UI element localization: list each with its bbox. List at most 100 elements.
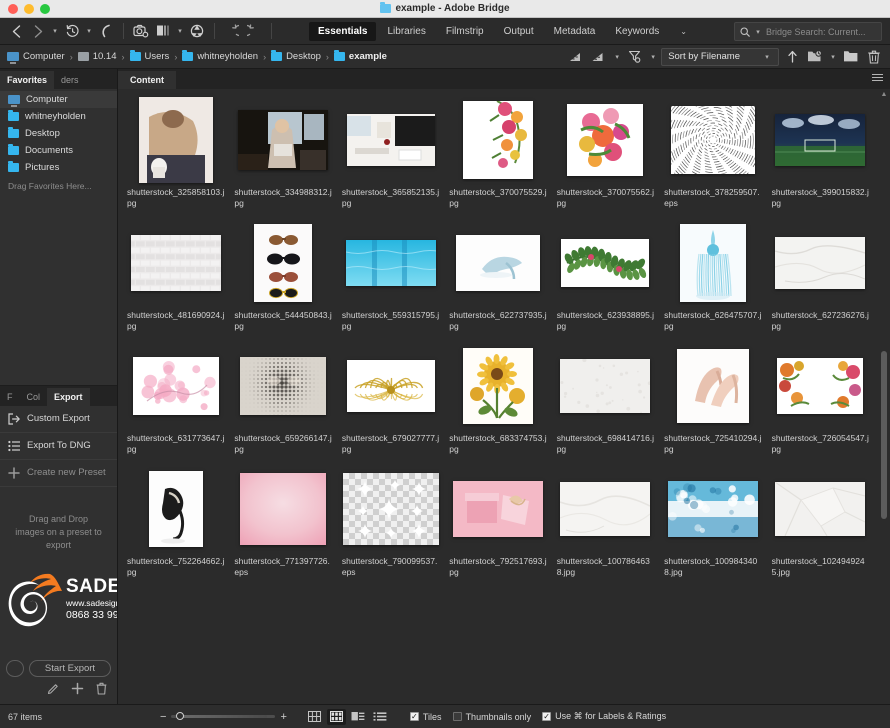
thumbnail-cell[interactable]: shutterstock_1007864638.jpg: [552, 462, 659, 585]
tab-favorites[interactable]: Favorites: [0, 71, 54, 89]
chevron-down-icon[interactable]: ▾: [753, 28, 763, 36]
thumbnail-image[interactable]: [772, 97, 869, 183]
photo-downloader-icon[interactable]: [131, 21, 151, 41]
sidebar-item-documents[interactable]: Documents: [0, 142, 117, 159]
thumbnail-cell[interactable]: shutterstock_627236276.jpg: [767, 216, 874, 339]
thumbnail-cell[interactable]: shutterstock_325858103.jpg: [122, 93, 229, 216]
thumbnail-size-slider[interactable]: [171, 715, 275, 718]
tab-export[interactable]: Export: [47, 388, 90, 406]
scrollbar-thumb[interactable]: [881, 351, 887, 519]
filter-rating-icon[interactable]: [566, 47, 586, 67]
rotate-clockwise-icon[interactable]: [244, 21, 264, 41]
trash-icon[interactable]: [96, 682, 107, 700]
thumbnail-image[interactable]: [127, 97, 224, 183]
tab-content[interactable]: Content: [118, 71, 176, 89]
view-details-icon[interactable]: [349, 709, 368, 725]
thumbnail-cell[interactable]: shutterstock_631773647.jpg: [122, 339, 229, 462]
search-input[interactable]: ▾ Bridge Search: Current...: [734, 22, 882, 41]
export-item-custom-export[interactable]: Custom Export: [0, 406, 117, 433]
checkbox-tiles[interactable]: ✓ Tiles: [410, 712, 442, 722]
thumbnail-image[interactable]: [127, 220, 224, 306]
sidebar-item-pictures[interactable]: Pictures: [0, 159, 117, 176]
boomerang-icon[interactable]: [96, 21, 116, 41]
thumbnail-cell[interactable]: shutterstock_771397726.eps: [229, 462, 336, 585]
thumbnail-cell[interactable]: shutterstock_792517693.jpg: [444, 462, 551, 585]
thumbnail-image[interactable]: [342, 97, 439, 183]
thumbnail-image[interactable]: [772, 466, 869, 552]
sort-filter-icon[interactable]: [625, 47, 645, 67]
thumbnail-cell[interactable]: shutterstock_698414716.jpg: [552, 339, 659, 462]
thumbnail-image[interactable]: [342, 466, 439, 552]
tab-folders[interactable]: ders: [54, 71, 86, 89]
breadcrumb-item-computer[interactable]: Computer: [7, 51, 65, 62]
chevron-down-icon[interactable]: ▾: [648, 53, 658, 61]
export-options-button[interactable]: [6, 660, 24, 677]
filter-rating-dropdown-icon[interactable]: [589, 47, 609, 67]
recent-history-icon[interactable]: [62, 21, 82, 41]
chevron-down-icon[interactable]: ▾: [50, 27, 60, 35]
thumbnail-cell[interactable]: shutterstock_370075562.jpg: [552, 93, 659, 216]
thumbnail-image[interactable]: [449, 343, 546, 429]
breadcrumb-item-desktop[interactable]: Desktop: [271, 51, 321, 62]
new-folder-icon[interactable]: [841, 47, 861, 67]
plus-icon[interactable]: +: [280, 711, 286, 723]
thumbnail-cell[interactable]: shutterstock_559315795.jpg: [337, 216, 444, 339]
thumbnail-image[interactable]: [557, 97, 654, 183]
thumbnail-image[interactable]: [772, 220, 869, 306]
thumbnail-cell[interactable]: shutterstock_659266147.jpg: [229, 339, 336, 462]
sort-ascending-icon[interactable]: [782, 47, 802, 67]
breadcrumb-item-drive[interactable]: 10.14: [78, 51, 117, 62]
thumbnail-image[interactable]: [234, 220, 331, 306]
back-icon[interactable]: [6, 21, 26, 41]
thumbnail-cell[interactable]: shutterstock_790099537.eps: [337, 462, 444, 585]
open-in-camera-raw-icon[interactable]: [187, 21, 207, 41]
thumbnail-cell[interactable]: shutterstock_725410294.jpg: [659, 339, 766, 462]
tab-collections[interactable]: Col: [20, 388, 48, 406]
export-item-create-new-preset[interactable]: Create new Preset: [0, 460, 117, 487]
new-folder-recent-icon[interactable]: [805, 47, 825, 67]
thumbnail-image[interactable]: [449, 220, 546, 306]
workspace-more-icon[interactable]: ⌄: [670, 27, 697, 36]
tab-output[interactable]: Output: [495, 22, 543, 41]
thumbnail-image[interactable]: [342, 220, 439, 306]
chevron-down-icon[interactable]: ▾: [175, 27, 185, 35]
breadcrumb-item-whitneyholden[interactable]: whitneyholden: [182, 51, 258, 62]
view-grid-large-icon[interactable]: [305, 709, 324, 725]
thumbnail-image[interactable]: [234, 97, 331, 183]
tab-libraries[interactable]: Libraries: [378, 22, 434, 41]
thumbnail-image[interactable]: [664, 466, 761, 552]
thumbnail-image[interactable]: [127, 466, 224, 552]
export-item-export-to-dng[interactable]: Export To DNG: [0, 433, 117, 460]
scroll-up-arrow[interactable]: ▲: [880, 91, 888, 98]
thumbnail-cell[interactable]: shutterstock_726054547.jpg: [767, 339, 874, 462]
thumbnail-image[interactable]: [449, 466, 546, 552]
hamburger-menu-icon[interactable]: [872, 74, 883, 81]
breadcrumb-item-users[interactable]: Users: [130, 51, 170, 62]
edit-pencil-icon[interactable]: [47, 682, 59, 700]
thumbnail-cell[interactable]: shutterstock_481690924.jpg: [122, 216, 229, 339]
thumbnail-image[interactable]: [234, 343, 331, 429]
thumbnail-image[interactable]: [557, 466, 654, 552]
thumbnail-cell[interactable]: shutterstock_378259507.eps: [659, 93, 766, 216]
thumbnail-cell[interactable]: shutterstock_626475707.jpg: [659, 216, 766, 339]
sidebar-item-whitneyholden[interactable]: whitneyholden: [0, 108, 117, 125]
tab-filmstrip[interactable]: Filmstrip: [437, 22, 493, 41]
thumbnail-cell[interactable]: shutterstock_622737935.jpg: [444, 216, 551, 339]
chevron-down-icon[interactable]: ▾: [84, 27, 94, 35]
thumbnail-image[interactable]: [664, 343, 761, 429]
chevron-down-icon[interactable]: ▾: [612, 53, 622, 61]
sort-by-select[interactable]: Sort by Filename ▾: [661, 48, 779, 66]
sidebar-item-computer[interactable]: Computer: [0, 91, 117, 108]
tab-keywords[interactable]: Keywords: [606, 22, 668, 41]
sidebar-item-desktop[interactable]: Desktop: [0, 125, 117, 142]
thumbnail-cell[interactable]: shutterstock_623938895.jpg: [552, 216, 659, 339]
thumbnail-cell[interactable]: shutterstock_544450843.jpg: [229, 216, 336, 339]
thumbnail-cell[interactable]: shutterstock_334988312.jpg: [229, 93, 336, 216]
start-export-button[interactable]: Start Export: [29, 660, 111, 677]
view-list-icon[interactable]: [371, 709, 390, 725]
tab-essentials[interactable]: Essentials: [309, 22, 376, 41]
batch-rename-icon[interactable]: [153, 21, 173, 41]
thumbnail-cell[interactable]: shutterstock_683374753.jpg: [444, 339, 551, 462]
thumbnail-image[interactable]: [342, 343, 439, 429]
delete-icon[interactable]: [864, 47, 884, 67]
